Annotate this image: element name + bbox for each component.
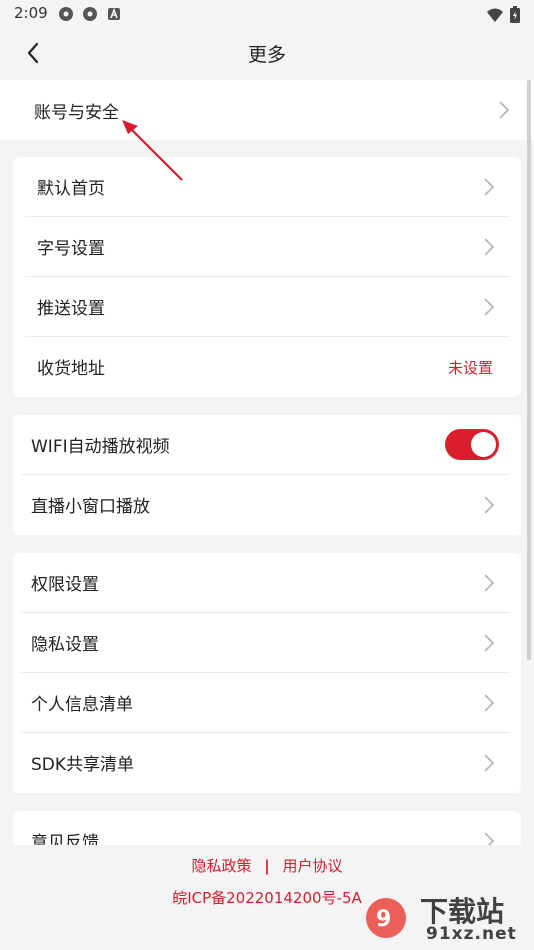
wifi-autoplay-toggle[interactable] (445, 429, 499, 460)
row-label: 权限设置 (31, 575, 99, 595)
status-bar: 2:09 (0, 0, 534, 28)
default-homepage-row[interactable]: 默认首页 (25, 157, 509, 217)
personal-info-list-row[interactable]: 个人信息清单 (21, 673, 509, 733)
chevron-right-icon (484, 574, 495, 592)
scrollbar[interactable] (527, 80, 531, 660)
settings-group-privacy: 权限设置 隐私设置 个人信息清单 SDK共享清单 (13, 553, 521, 793)
footer-links: 隐私政策 | 用户协议 (0, 855, 534, 876)
sdk-sharing-list-row[interactable]: SDK共享清单 (21, 733, 509, 792)
settings-group-video: WIFI自动播放视频 直播小窗口播放 (13, 415, 521, 535)
page-title: 更多 (247, 44, 286, 66)
row-label: WIFI自动播放视频 (31, 437, 170, 457)
live-mini-window-row[interactable]: 直播小窗口播放 (21, 475, 509, 534)
feedback-row[interactable]: 意见反馈 (21, 811, 509, 845)
top-app-bar: 更多 (0, 28, 534, 78)
chevron-right-icon (484, 694, 495, 712)
push-settings-row[interactable]: 推送设置 (25, 277, 509, 337)
battery-icon (510, 6, 520, 23)
row-label: 意见反馈 (31, 833, 99, 845)
privacy-policy-link[interactable]: 隐私政策 (191, 857, 251, 875)
chevron-right-icon (484, 178, 495, 196)
row-label: 个人信息清单 (31, 695, 133, 715)
row-label: SDK共享清单 (31, 755, 135, 775)
shipping-address-row[interactable]: 收货地址 未设置 (25, 337, 509, 396)
chevron-right-icon (484, 634, 495, 652)
svg-text:9: 9 (376, 907, 391, 932)
row-label: 推送设置 (37, 299, 105, 319)
row-label: 隐私设置 (31, 635, 99, 655)
chevron-right-icon (499, 101, 510, 119)
chevron-right-icon (484, 238, 495, 256)
account-security-row[interactable]: 账号与安全 (12, 80, 522, 139)
watermark-url: 91xz.net (426, 924, 517, 944)
status-time: 2:09 (14, 4, 48, 22)
wifi-autoplay-row: WIFI自动播放视频 (21, 415, 509, 475)
status-system-icons (486, 6, 520, 23)
row-label: 收货地址 (37, 359, 105, 379)
status-notification-icons (58, 6, 122, 22)
a-letter-icon (108, 7, 120, 20)
chevron-right-icon (484, 298, 495, 316)
chevron-right-icon (484, 832, 495, 845)
settings-group-feedback: 意见反馈 (13, 811, 521, 845)
settings-group-account: 账号与安全 (0, 80, 534, 140)
toggle-knob (471, 432, 496, 457)
row-label: 直播小窗口播放 (31, 497, 150, 517)
chevron-right-icon (484, 496, 495, 514)
row-label: 字号设置 (37, 239, 105, 259)
settings-list[interactable]: 账号与安全 默认首页 字号设置 推送设置 收货地址 未设置 WIFI自动播放视频 (0, 80, 534, 845)
footer-separator: | (264, 857, 270, 875)
permission-settings-row[interactable]: 权限设置 (21, 553, 509, 613)
app-notification-icon (83, 7, 97, 21)
row-label: 账号与安全 (34, 103, 119, 123)
watermark-logo: 9 下载站 91xz.net (360, 890, 530, 946)
font-size-row[interactable]: 字号设置 (25, 217, 509, 277)
settings-group-general: 默认首页 字号设置 推送设置 收货地址 未设置 (13, 157, 521, 397)
app-notification-icon (59, 7, 73, 21)
chevron-right-icon (484, 754, 495, 772)
privacy-settings-row[interactable]: 隐私设置 (21, 613, 509, 673)
address-status-value: 未设置 (447, 359, 493, 377)
row-label: 默认首页 (37, 179, 105, 199)
wifi-icon (487, 8, 503, 22)
user-agreement-link[interactable]: 用户协议 (283, 857, 343, 875)
